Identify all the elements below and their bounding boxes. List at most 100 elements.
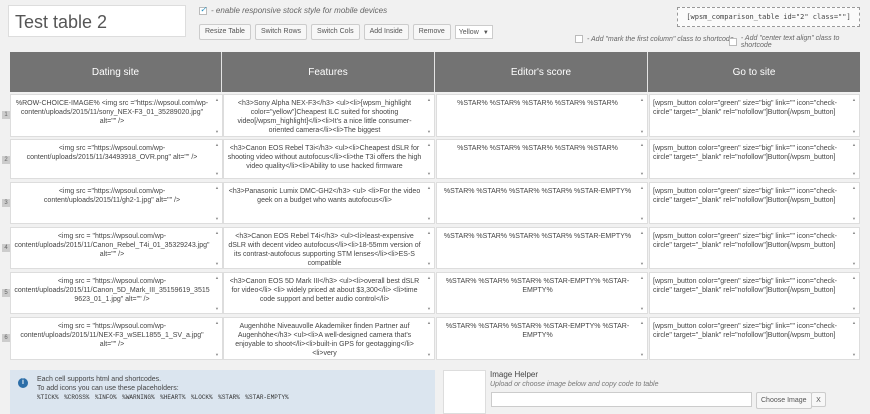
cell-text: %STAR% %STAR% %STAR% %STAR% %STAR-EMPTY% [443,188,632,195]
cell-text: [wpsm_button color="green" size="big" li… [653,100,837,116]
cell-text: [wpsm_button color="green" size="big" li… [653,278,837,294]
resize-table-button[interactable]: Resize Table [199,24,251,40]
scrollbar[interactable] [852,97,858,134]
scrollbar[interactable] [852,275,858,311]
scrollbar[interactable] [852,320,858,357]
row-number[interactable]: 5 [2,289,10,297]
scrollbar[interactable] [215,185,221,221]
cell-text: <img src ="https://wpsoul.com/wp-content… [26,145,198,161]
scrollbar[interactable] [427,142,433,176]
cell-text: <h3>Canon EOS Rebel T3i</h3> <ul><li>Che… [227,145,422,170]
row-number[interactable]: 2 [2,156,10,164]
table-cell[interactable]: <img src = "https://wpsoul.com/wp-conten… [10,272,223,314]
scrollbar[interactable] [640,142,646,176]
scrollbar[interactable] [427,185,433,221]
shortcode-display[interactable]: [wpsm_comparison_table id="2" class=""] [677,7,860,27]
responsive-label: - enable responsive stock style for mobi… [211,6,388,15]
table-cell[interactable]: [wpsm_button color="green" size="big" li… [649,182,860,224]
scrollbar[interactable] [640,275,646,311]
column-header[interactable]: Go to site [648,52,860,92]
center-text-checkbox[interactable] [729,38,737,46]
table-cell[interactable]: %STAR% %STAR% %STAR% %STAR-EMPTY% %STAR-… [436,272,648,314]
row-number[interactable]: 6 [2,334,10,342]
table-cell[interactable]: <img src = "https://wpsoul.com/wp-conten… [10,317,223,360]
row-number[interactable]: 4 [2,244,10,252]
table-cell[interactable]: %STAR% %STAR% %STAR% %STAR% %STAR-EMPTY% [436,182,648,224]
column-header[interactable]: Features [222,52,435,92]
table-cell[interactable]: <h3>Canon EOS Rebel T3i</h3> <ul><li>Che… [223,139,435,179]
image-helper-title: Image Helper [490,370,539,379]
table-title-input[interactable]: Test table 2 [8,5,186,37]
color-select[interactable]: Yellow ▼ [454,25,493,39]
scrollbar[interactable] [852,230,858,266]
table-cell[interactable]: <h3>Canon EOS Rebel T4i</h3> <ul><li>lea… [223,227,435,269]
switch-rows-button[interactable]: Switch Rows [254,24,308,40]
table-cell[interactable]: [wpsm_button color="green" size="big" li… [649,139,860,179]
cell-text: %ROW-CHOICE-IMAGE% <img src ="https://wp… [15,100,209,125]
table-cell[interactable]: [wpsm_button color="green" size="big" li… [649,317,860,360]
cell-text: %STAR% %STAR% %STAR% %STAR-EMPTY% %STAR-… [445,323,630,339]
table-cell[interactable]: <img src = "https://wpsoul.com/wp-conten… [10,227,223,269]
cell-text: %STAR% %STAR% %STAR% %STAR% %STAR% [457,145,618,152]
responsive-option[interactable]: - enable responsive stock style for mobi… [199,5,388,15]
scrollbar[interactable] [215,320,221,357]
scrollbar[interactable] [427,230,433,266]
choose-image-button[interactable]: Choose Image [756,392,812,409]
scrollbar[interactable] [215,230,221,266]
cell-text: <h3>Panasonic Lumix DMC-GH2</h3> <ul> <l… [228,188,421,204]
table-cell[interactable]: %STAR% %STAR% %STAR% %STAR% %STAR-EMPTY% [436,227,648,269]
cell-text: Augenhöhe Niveauvolle Akademiker finden … [235,323,414,357]
scrollbar[interactable] [215,275,221,311]
scrollbar[interactable] [427,97,433,134]
mark-first-column-option[interactable]: - Add "mark the first column" class to s… [575,35,734,43]
responsive-checkbox[interactable] [199,5,207,15]
column-header[interactable]: Dating site [10,52,222,92]
table-cell[interactable]: <h3>Canon EOS 5D Mark III</h3> <ul><li>o… [223,272,435,314]
add-inside-button[interactable]: Add Inside [363,24,409,40]
image-helper-subtitle: Upload or choose image below and copy co… [490,381,659,388]
table-cell[interactable]: %STAR% %STAR% %STAR% %STAR% %STAR% [436,94,648,137]
cell-text: <h3>Canon EOS 5D Mark III</h3> <ul><li>o… [229,278,420,303]
row-number[interactable]: 1 [2,111,10,119]
switch-cols-button[interactable]: Switch Cols [311,24,360,40]
cell-text: [wpsm_button color="green" size="big" li… [653,145,837,161]
scrollbar[interactable] [215,142,221,176]
table-cell[interactable]: %STAR% %STAR% %STAR% %STAR% %STAR% [436,139,648,179]
cell-text: <img src = "https://wpsoul.com/wp-conten… [14,233,210,258]
cell-text: [wpsm_button color="green" size="big" li… [653,323,837,339]
center-text-option[interactable]: - Add "center text align" class to short… [729,35,870,49]
scrollbar[interactable] [640,230,646,266]
scrollbar[interactable] [852,142,858,176]
scrollbar[interactable] [215,97,221,134]
scrollbar[interactable] [640,185,646,221]
row-number[interactable]: 3 [2,199,10,207]
table-cell[interactable]: <h3>Sony Alpha NEX-F3</h3> <ul><li>[wpsm… [223,94,435,137]
table-cell[interactable]: [wpsm_button color="green" size="big" li… [649,227,860,269]
table-cell[interactable]: %ROW-CHOICE-IMAGE% <img src ="https://wp… [10,94,223,137]
scrollbar[interactable] [640,320,646,357]
column-header[interactable]: Editor's score [435,52,648,92]
table-cell[interactable]: %STAR% %STAR% %STAR% %STAR-EMPTY% %STAR-… [436,317,648,360]
mark-first-column-checkbox[interactable] [575,35,583,43]
table-toolbar: Resize Table Switch Rows Switch Cols Add… [199,24,493,40]
table-cell[interactable]: [wpsm_button color="green" size="big" li… [649,272,860,314]
cell-text: %STAR% %STAR% %STAR% %STAR% %STAR-EMPTY% [443,233,632,240]
placeholder-notice: i Each cell supports html and shortcodes… [10,370,435,414]
table-cell[interactable]: [wpsm_button color="green" size="big" li… [649,94,860,137]
scrollbar[interactable] [640,97,646,134]
clear-image-button[interactable]: X [811,392,826,407]
scrollbar[interactable] [427,320,433,357]
table-cell[interactable]: Augenhöhe Niveauvolle Akademiker finden … [223,317,435,360]
scrollbar[interactable] [427,275,433,311]
table-cell[interactable]: <img src ="https://wpsoul.com/wp-content… [10,182,223,224]
notice-line-1: Each cell supports html and shortcodes. [37,376,162,383]
color-select-value: Yellow [458,29,479,36]
notice-line-2: To add icons you can use these placehold… [37,385,179,392]
chevron-down-icon: ▼ [482,30,489,36]
table-cell[interactable]: <h3>Panasonic Lumix DMC-GH2</h3> <ul> <l… [223,182,435,224]
cell-text: [wpsm_button color="green" size="big" li… [653,188,837,204]
table-cell[interactable]: <img src ="https://wpsoul.com/wp-content… [10,139,223,179]
scrollbar[interactable] [852,185,858,221]
remove-button[interactable]: Remove [412,24,451,40]
image-url-input[interactable] [491,392,752,407]
